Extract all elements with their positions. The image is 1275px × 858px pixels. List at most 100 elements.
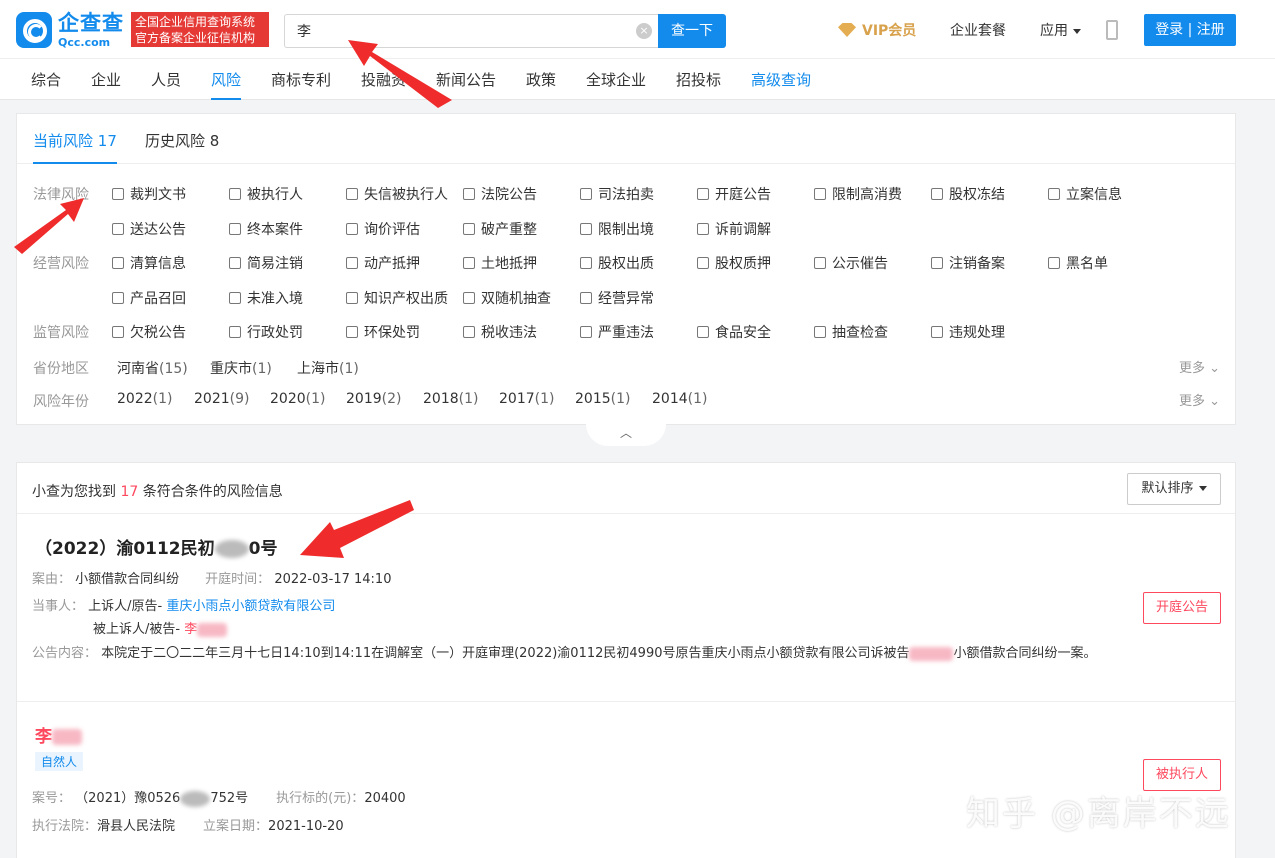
risk-type-checkbox[interactable]: 经营异常 [580, 288, 654, 308]
risk-type-checkbox[interactable]: 行政处罚 [229, 322, 303, 342]
year-option[interactable]: 2021(9) [194, 391, 249, 407]
risk-type-checkbox[interactable]: 裁判文书 [112, 184, 186, 204]
year-option[interactable]: 2019(2) [346, 391, 401, 407]
checkbox-icon [346, 291, 358, 304]
nav-trademark-patent[interactable]: 商标专利 [271, 69, 331, 100]
person-name[interactable]: 李 [35, 722, 82, 747]
mobile-icon[interactable] [1106, 20, 1118, 40]
nav-advanced-search[interactable]: 高级查询 [751, 69, 811, 100]
risk-type-checkbox[interactable]: 开庭公告 [697, 184, 771, 204]
logo-cn: 企查查 [58, 10, 124, 35]
checkbox-icon [112, 188, 124, 200]
nav-risk[interactable]: 风险 [211, 69, 242, 100]
checkbox-icon [112, 257, 124, 269]
tab-current-risk[interactable]: 当前风险 17 [33, 130, 117, 164]
year-option[interactable]: 2015(1) [575, 391, 630, 407]
risk-type-checkbox[interactable]: 破产重整 [463, 219, 537, 239]
risk-type-checkbox[interactable]: 股权冻结 [931, 184, 1005, 204]
tab-history-risk[interactable]: 历史风险 8 [145, 130, 219, 164]
region-option[interactable]: 河南省(15) [117, 358, 188, 378]
risk-type-checkbox[interactable]: 土地抵押 [463, 253, 537, 273]
risk-type-checkbox[interactable]: 抽查检查 [814, 322, 888, 342]
logo[interactable]: 企查查 Qcc.com [16, 12, 124, 48]
risk-type-checkbox[interactable]: 环保处罚 [346, 322, 420, 342]
risk-type-checkbox[interactable]: 简易注销 [229, 253, 303, 273]
court-notice-tag[interactable]: 开庭公告 [1143, 592, 1221, 624]
checkbox-icon [229, 291, 241, 304]
risk-type-checkbox[interactable]: 诉前调解 [697, 219, 771, 239]
regulatory-risk-label: 监管风险 [33, 325, 89, 341]
risk-type-checkbox[interactable]: 未准入境 [229, 288, 303, 308]
search-input[interactable] [297, 21, 617, 41]
enterprise-package-link[interactable]: 企业套餐 [950, 20, 1006, 40]
risk-type-checkbox[interactable]: 被执行人 [229, 184, 303, 204]
checkbox-icon [463, 291, 475, 304]
search-category-nav: 综合 企业 人员 风险 商标专利 投融资 新闻公告 政策 全球企业 招投标 高级… [0, 59, 1275, 100]
checkbox-icon [463, 188, 475, 200]
risk-type-checkbox[interactable]: 限制高消费 [814, 184, 902, 204]
checkbox-icon [112, 291, 124, 304]
checkbox-icon [814, 188, 826, 200]
risk-type-checkbox[interactable]: 终本案件 [229, 219, 303, 239]
year-option[interactable]: 2014(1) [652, 391, 707, 407]
collapse-toggle[interactable]: ︿ [586, 424, 666, 446]
nav-people[interactable]: 人员 [151, 69, 181, 100]
risk-type-checkbox[interactable]: 询价评估 [346, 219, 420, 239]
official-badge: 全国企业信用查询系统 官方备案企业征信机构 [131, 12, 269, 47]
risk-type-checkbox[interactable]: 清算信息 [112, 253, 186, 273]
nav-news[interactable]: 新闻公告 [436, 69, 496, 100]
checkbox-icon [697, 188, 709, 200]
year-option[interactable]: 2017(1) [499, 391, 554, 407]
risk-type-checkbox[interactable]: 黑名单 [1048, 253, 1108, 273]
checkbox-icon [346, 222, 358, 235]
region-more-link[interactable]: 更多 ⌄ [1179, 357, 1220, 376]
year-option[interactable]: 2022(1) [117, 391, 172, 407]
risk-type-checkbox[interactable]: 法院公告 [463, 184, 537, 204]
vip-link[interactable]: VIP会员 [838, 20, 916, 40]
risk-type-checkbox[interactable]: 司法拍卖 [580, 184, 654, 204]
risk-type-checkbox[interactable]: 税收违法 [463, 322, 537, 342]
checkbox-icon [697, 222, 709, 235]
region-option[interactable]: 重庆市(1) [210, 358, 272, 378]
risk-type-checkbox[interactable]: 严重违法 [580, 322, 654, 342]
risk-type-checkbox[interactable]: 股权质押 [697, 253, 771, 273]
nav-policy[interactable]: 政策 [526, 69, 556, 100]
risk-type-checkbox[interactable]: 注销备案 [931, 253, 1005, 273]
year-option[interactable]: 2020(1) [270, 391, 325, 407]
checkbox-icon [229, 326, 241, 338]
search-button[interactable]: 查一下 [658, 14, 726, 48]
risk-type-checkbox[interactable]: 产品召回 [112, 288, 186, 308]
year-more-link[interactable]: 更多 ⌄ [1179, 390, 1220, 409]
risk-type-checkbox[interactable]: 送达公告 [112, 219, 186, 239]
nav-bidding[interactable]: 招投标 [676, 69, 721, 100]
checkbox-icon [346, 257, 358, 269]
risk-type-checkbox[interactable]: 公示催告 [814, 253, 888, 273]
clear-icon[interactable]: × [636, 23, 652, 39]
risk-type-checkbox[interactable]: 限制出境 [580, 219, 654, 239]
region-option[interactable]: 上海市(1) [297, 358, 359, 378]
nav-global[interactable]: 全球企业 [586, 69, 646, 100]
defendant-link[interactable]: 李 [184, 622, 197, 637]
case-number[interactable]: （2022）渝0112民初 0号 [35, 534, 277, 559]
risk-type-checkbox[interactable]: 违规处理 [931, 322, 1005, 342]
login-register-button[interactable]: 登录 | 注册 [1144, 14, 1236, 46]
risk-type-checkbox[interactable]: 股权出质 [580, 253, 654, 273]
nav-all[interactable]: 综合 [31, 69, 61, 100]
risk-type-checkbox[interactable]: 立案信息 [1048, 184, 1122, 204]
checkbox-icon [463, 257, 475, 269]
risk-type-checkbox[interactable]: 知识产权出质 [346, 288, 448, 308]
sort-dropdown[interactable]: 默认排序 [1127, 473, 1221, 505]
risk-type-checkbox[interactable]: 动产抵押 [346, 253, 420, 273]
nav-company[interactable]: 企业 [91, 69, 121, 100]
top-header: 企查查 Qcc.com 全国企业信用查询系统 官方备案企业征信机构 × 查一下 … [0, 0, 1275, 59]
risk-type-checkbox[interactable]: 失信被执行人 [346, 184, 448, 204]
risk-type-checkbox[interactable]: 食品安全 [697, 322, 771, 342]
checkbox-icon [229, 188, 241, 200]
business-risk-label: 经营风险 [33, 256, 89, 272]
apps-menu[interactable]: 应用 [1040, 20, 1081, 40]
risk-type-checkbox[interactable]: 欠税公告 [112, 322, 186, 342]
plaintiff-link[interactable]: 重庆小雨点小额贷款有限公司 [166, 599, 335, 614]
risk-type-checkbox[interactable]: 双随机抽查 [463, 288, 551, 308]
nav-investment[interactable]: 投融资 [361, 69, 406, 100]
year-option[interactable]: 2018(1) [423, 391, 478, 407]
